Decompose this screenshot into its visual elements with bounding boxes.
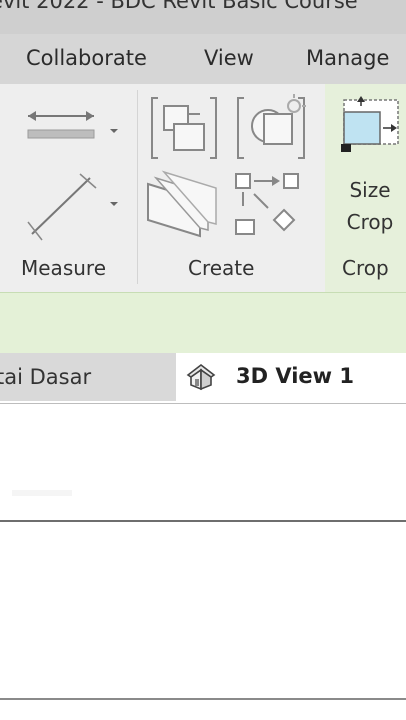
view-tab-active-label: 3D View 1 [236, 364, 355, 388]
size-crop-icon[interactable] [341, 94, 403, 156]
measure-between-references-icon[interactable] [22, 104, 122, 148]
ribbon-tab-manage[interactable]: Manage [306, 46, 389, 70]
drawing-canvas[interactable] [0, 404, 406, 720]
callout-view-icon[interactable] [234, 92, 310, 164]
options-bar [0, 292, 406, 353]
view-tab-active[interactable]: 3D View 1 [176, 353, 406, 401]
ribbon-tab-bar: Collaborate View Manage [0, 34, 406, 84]
window-title: evit 2022 - BDC Revit Basic Course [0, 0, 358, 13]
sheet-view-icon[interactable] [144, 170, 224, 242]
canvas-faint-mark [12, 490, 72, 496]
view-tab-inactive[interactable]: tai Dasar [0, 353, 176, 401]
crop-panel: Size Crop Crop [325, 84, 406, 292]
crop-panel-label: Crop [342, 256, 389, 280]
3d-view-house-icon [186, 363, 216, 391]
model-edge-line [0, 520, 406, 522]
model-edge-line [0, 698, 406, 700]
measure-panel-label: Measure [21, 256, 106, 280]
view-reference-icon[interactable] [232, 170, 304, 240]
view-tab-inactive-label: tai Dasar [0, 365, 92, 389]
measure-panel: Measure [0, 84, 137, 292]
size-crop-label-line2[interactable]: Crop [333, 208, 406, 236]
view-tab-bar: tai Dasar 3D View 1 [0, 353, 406, 405]
create-panel-label: Create [188, 256, 255, 280]
size-crop-label-line1[interactable]: Size [333, 176, 406, 204]
ribbon-body: Measure Create Size Crop Crop [0, 84, 406, 292]
ribbon-tab-view[interactable]: View [204, 46, 254, 70]
measure-along-element-icon[interactable] [22, 172, 122, 244]
ribbon-tab-collaborate[interactable]: Collaborate [26, 46, 147, 70]
create-panel: Create [138, 84, 324, 292]
duplicate-view-icon[interactable] [148, 94, 220, 162]
title-bar: evit 2022 - BDC Revit Basic Course [0, 0, 406, 34]
